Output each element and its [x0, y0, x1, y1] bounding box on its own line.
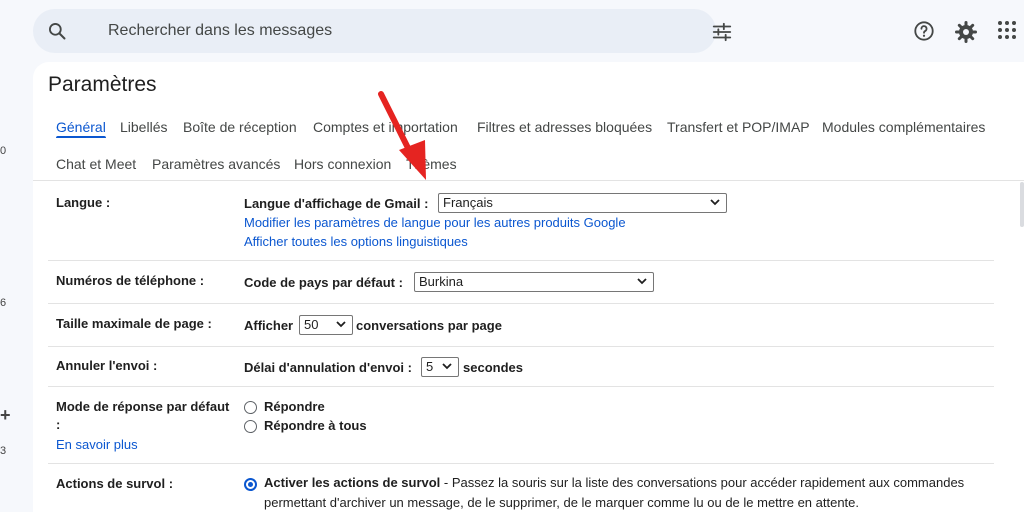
chevron-down-icon [336, 321, 346, 328]
tab-labels[interactable]: Libellés [120, 119, 167, 135]
hover-actions-description: Activer les actions de survol - Passez l… [264, 473, 1009, 512]
search-bar[interactable]: Rechercher dans les messages [33, 9, 732, 53]
page-size-prefix: Afficher [244, 318, 294, 333]
reply-radio[interactable] [244, 401, 257, 414]
active-tab-indicator [56, 136, 106, 138]
tab-advanced[interactable]: Paramètres avancés [152, 156, 280, 172]
plus-icon[interactable]: + [0, 405, 11, 426]
tab-forwarding[interactable]: Transfert et POP/IMAP [667, 119, 810, 135]
rail-count: 0 [0, 145, 7, 157]
annotation-arrow [378, 91, 426, 180]
country-code-label: Code de pays par défaut : [244, 275, 403, 290]
hover-actions-radio[interactable] [244, 478, 257, 491]
row-divider [48, 346, 994, 347]
country-code-value: Burkina [419, 274, 464, 289]
search-icon[interactable] [47, 21, 67, 41]
reply-all-radio[interactable] [244, 420, 257, 433]
settings-panel: Paramètres Général Libellés Boîte de réc… [33, 62, 1024, 512]
tabs-divider [33, 180, 1024, 181]
hover-actions-option-label: Activer les actions de survol [264, 475, 441, 490]
undo-delay-label: Délai d'annulation d'envoi : [244, 360, 412, 375]
page-size-label: Taille maximale de page : [56, 316, 212, 331]
undo-send-label: Annuler l'envoi : [56, 358, 158, 373]
undo-delay-suffix: secondes [463, 360, 523, 375]
search-input[interactable]: Rechercher dans les messages [108, 22, 332, 40]
hover-actions-label: Actions de survol : [56, 476, 174, 491]
gear-icon[interactable] [954, 20, 978, 44]
tab-addons[interactable]: Modules complémentaires [822, 119, 985, 135]
reply-option-label: Répondre [264, 399, 325, 414]
row-divider [48, 260, 994, 261]
language-value: Français [443, 195, 493, 210]
phone-label: Numéros de téléphone : [56, 273, 205, 288]
reply-mode-colon: : [56, 417, 61, 432]
left-rail: 0 6 + 3 [0, 0, 30, 512]
learn-more-link[interactable]: En savoir plus [56, 437, 138, 452]
chevron-down-icon [710, 199, 720, 206]
chevron-down-icon [637, 278, 647, 285]
tune-icon[interactable] [711, 21, 733, 43]
rail-count: 3 [0, 445, 7, 457]
row-divider [48, 463, 994, 464]
row-divider [48, 386, 994, 387]
apps-grid-icon[interactable] [997, 20, 1017, 40]
page-title: Paramètres [48, 73, 157, 96]
country-code-select[interactable]: Burkina [414, 272, 654, 292]
display-language-label: Langue d'affichage de Gmail : [244, 196, 429, 211]
reply-all-option-label: Répondre à tous [264, 418, 367, 433]
all-language-options-link[interactable]: Afficher toutes les options linguistique… [244, 234, 468, 249]
help-icon[interactable] [913, 20, 935, 42]
scrollbar[interactable] [1020, 182, 1024, 227]
other-products-language-link[interactable]: Modifier les paramètres de langue pour l… [244, 215, 626, 230]
page-size-value: 50 [304, 317, 319, 332]
page-size-suffix: conversations par page [356, 318, 502, 333]
language-select[interactable]: Français [438, 193, 727, 213]
undo-delay-value: 5 [426, 359, 434, 374]
language-label: Langue : [56, 195, 111, 210]
undo-delay-select[interactable]: 5 [421, 357, 459, 377]
reply-mode-label: Mode de réponse par défaut [56, 399, 230, 414]
tab-filters[interactable]: Filtres et adresses bloquées [477, 119, 652, 135]
tab-general[interactable]: Général [56, 119, 106, 135]
chevron-down-icon [442, 363, 452, 370]
rail-count: 6 [0, 297, 7, 309]
tab-inbox[interactable]: Boîte de réception [183, 119, 297, 135]
page-size-select[interactable]: 50 [299, 315, 353, 335]
tab-chat-meet[interactable]: Chat et Meet [56, 156, 136, 172]
row-divider [48, 303, 994, 304]
